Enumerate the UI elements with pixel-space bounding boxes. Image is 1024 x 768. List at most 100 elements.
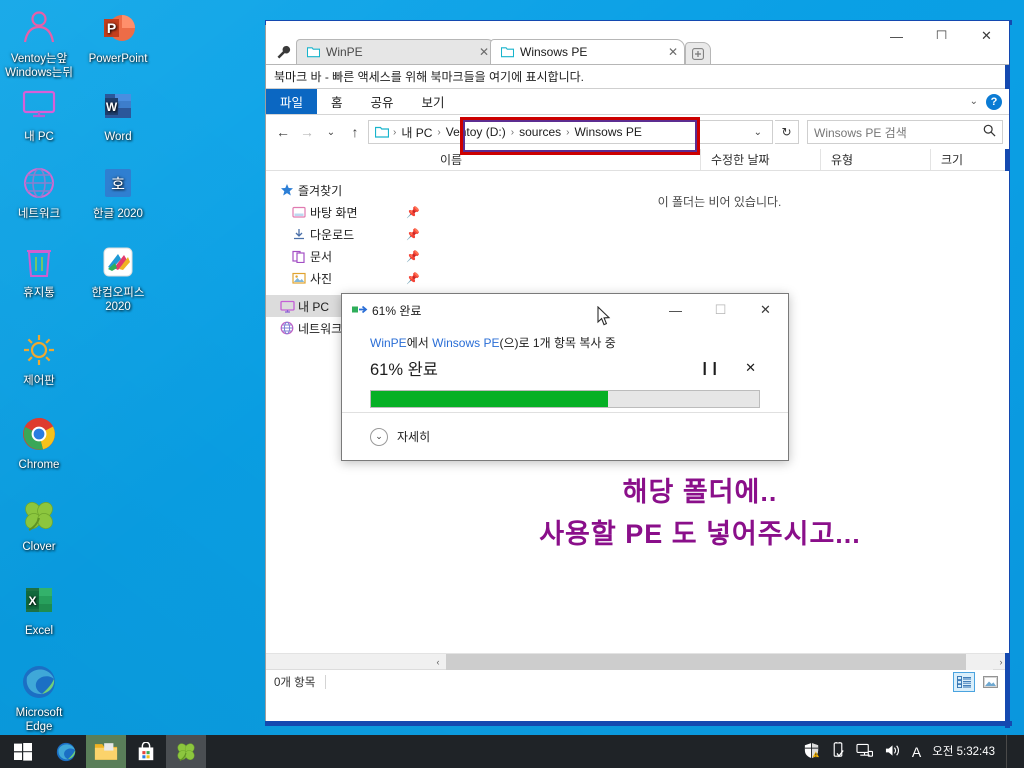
gear-icon [0, 328, 78, 372]
desktop-icon-grid: Ventoy는앞 Windows는뒤 P PowerPoint 내 PC W W… [0, 0, 265, 735]
desktop-icon-label: Excel [24, 625, 54, 637]
recent-locations-button[interactable]: ⌄ [320, 120, 342, 144]
status-bar: 0개 항목 [266, 669, 1009, 693]
clock-time: 오전 5:32:43 [932, 745, 995, 758]
ribbon-tab-share[interactable]: 공유 [357, 89, 408, 114]
nav-item-label: 사진 [310, 271, 333, 286]
dialog-minimize-button[interactable]: — [653, 295, 698, 326]
hscroll-left-arrow[interactable]: ‹ [430, 657, 446, 667]
column-header-name[interactable]: 이름 [430, 149, 700, 170]
dialog-close-button[interactable]: ✕ [743, 295, 788, 326]
help-icon[interactable]: ? [986, 93, 1002, 110]
breadcrumb-root[interactable]: 내 PC [398, 124, 435, 141]
desktop-icon-my-pc[interactable]: 내 PC [0, 84, 78, 145]
desktop-icon-label: Word [104, 131, 132, 143]
desktop-icon-word[interactable]: W Word [79, 84, 157, 145]
forward-button[interactable]: → [296, 120, 318, 144]
hscroll-track[interactable] [446, 653, 993, 670]
horizontal-scrollbar[interactable]: ‹ › [266, 653, 1009, 670]
ribbon-tab-home[interactable]: 홈 [317, 89, 357, 114]
desktop-icon-powerpoint[interactable]: P PowerPoint [79, 6, 157, 67]
nav-item-desktop[interactable]: 바탕 화면 📌 [266, 201, 430, 223]
security-shield-icon[interactable] [803, 742, 820, 762]
clock[interactable]: 오전 5:32:43 [932, 746, 995, 758]
desktop-icon-label: Clover [22, 541, 56, 553]
back-button[interactable]: ← [272, 120, 294, 144]
start-button[interactable] [0, 735, 46, 768]
tab-winsows-pe[interactable]: Winsows PE ✕ [490, 39, 685, 64]
tab-close-icon[interactable]: ✕ [453, 45, 489, 59]
desktop-icon-hancom-office[interactable]: 한컴오피스 2020 [79, 240, 157, 314]
address-breadcrumb-box[interactable]: › 내 PC › Ventoy (D:) › sources › Winsows… [368, 120, 773, 144]
taskbar-item-clover[interactable] [166, 735, 206, 768]
edge-icon [0, 660, 78, 704]
progress-bar-fill [371, 391, 608, 407]
nav-item-documents[interactable]: 문서 📌 [266, 245, 430, 267]
cancel-button[interactable]: ✕ [745, 360, 756, 376]
volume-icon[interactable] [884, 743, 901, 761]
desktop-icon-recycle-bin[interactable]: 휴지통 [0, 240, 78, 301]
empty-folder-message: 이 폴더는 비어 있습니다. [657, 195, 782, 209]
column-headers: 이름 수정한 날짜 유형 크기 [266, 149, 1009, 171]
tab-winpe[interactable]: WinPE ✕ [296, 39, 496, 64]
bookmark-bar-hint: 북마크 바 - 빠른 액세스를 위해 북마크들을 여기에 표시합니다. [274, 70, 585, 84]
desktop-icon-hangul-2020[interactable]: 호 한글 2020 [79, 161, 157, 222]
pin-icon[interactable]: 📌 [406, 206, 420, 219]
up-button[interactable]: ↑ [344, 120, 366, 144]
tab-close-icon[interactable]: ✕ [642, 45, 678, 59]
taskbar-item-microsoft-store[interactable] [126, 735, 166, 768]
ribbon-tab-view[interactable]: 보기 [408, 89, 459, 114]
desktop-icon-excel[interactable]: X Excel [0, 578, 78, 639]
network-icon[interactable] [856, 743, 873, 761]
desktop-icon-clover[interactable]: Clover [0, 494, 78, 555]
nav-item-pictures[interactable]: 사진 📌 [266, 267, 430, 289]
breadcrumb-sources[interactable]: sources [516, 125, 564, 139]
thumbnails-view-icon[interactable] [979, 672, 1001, 692]
pin-icon[interactable]: 📌 [406, 272, 420, 285]
new-tab-button[interactable] [685, 42, 711, 64]
column-header-size[interactable]: 크기 [930, 149, 990, 170]
annotation-line-1: 해당 폴더에.. [622, 477, 778, 507]
ribbon-tab-file[interactable]: 파일 [266, 89, 318, 114]
taskbar-item-edge[interactable] [46, 735, 86, 768]
address-dropdown-icon[interactable]: ⌄ [748, 127, 768, 138]
copy-icon [352, 304, 370, 316]
desktop-icon-network[interactable]: 네트워크 [0, 161, 78, 222]
search-icon[interactable] [983, 124, 996, 140]
show-desktop-button[interactable] [1006, 735, 1014, 768]
copy-operation-description: WinPE에서 Winsows PE(으)로 1개 항목 복사 중 [370, 334, 760, 351]
bookmark-bar[interactable]: 북마크 바 - 빠른 액세스를 위해 북마크들을 여기에 표시합니다. [266, 65, 1009, 89]
breadcrumb-separator: › [437, 126, 441, 138]
desktop-icon-label: 휴지통 [23, 287, 55, 299]
column-header-type[interactable]: 유형 [820, 149, 930, 170]
breadcrumb-winsows-pe[interactable]: Winsows PE [571, 125, 644, 139]
nav-item-favorites[interactable]: 즐겨찾기 [266, 179, 430, 201]
address-bar-row: ← → ⌄ ↑ › 내 PC › Ventoy (D:) › sources ›… [266, 115, 1009, 155]
desktop-icon-chrome[interactable]: Chrome [0, 412, 78, 473]
ime-indicator[interactable]: A [912, 744, 921, 760]
pin-icon[interactable]: 📌 [406, 250, 420, 263]
nav-item-downloads[interactable]: 다운로드 📌 [266, 223, 430, 245]
dialog-maximize-button[interactable]: ☐ [698, 295, 743, 326]
pin-icon[interactable]: 📌 [406, 228, 420, 241]
refresh-button[interactable]: ↻ [775, 120, 799, 144]
hscroll-thumb[interactable] [446, 653, 966, 670]
taskbar-item-file-explorer[interactable] [86, 735, 126, 768]
desktop-icon-microsoft-edge[interactable]: Microsoft Edge [0, 660, 78, 734]
desktop-icon-ventoy-note[interactable]: Ventoy는앞 Windows는뒤 [0, 6, 78, 80]
breadcrumb-separator: › [566, 126, 570, 138]
annotation-text: 해당 폴더에.. 사용할 PE 도 넣어주시고... [440, 471, 960, 555]
svg-text:X: X [28, 594, 36, 608]
chevron-down-icon[interactable]: ⌄ [370, 427, 388, 446]
column-header-date[interactable]: 수정한 날짜 [700, 149, 820, 170]
usb-eject-icon[interactable] [831, 741, 845, 762]
details-view-icon[interactable] [953, 671, 975, 692]
desktop-icon-label: Chrome [18, 459, 60, 471]
desktop-icon-control-panel[interactable]: 제어판 [0, 328, 78, 389]
breadcrumb-ventoy-d[interactable]: Ventoy (D:) [443, 125, 509, 139]
pause-button[interactable]: ❙❙ [699, 360, 720, 376]
search-input[interactable]: Winsows PE 검색 [807, 120, 1003, 144]
chevron-down-icon[interactable]: ⌄ [970, 96, 978, 107]
details-link[interactable]: 자세히 [397, 428, 430, 445]
wrench-icon[interactable] [270, 40, 296, 64]
